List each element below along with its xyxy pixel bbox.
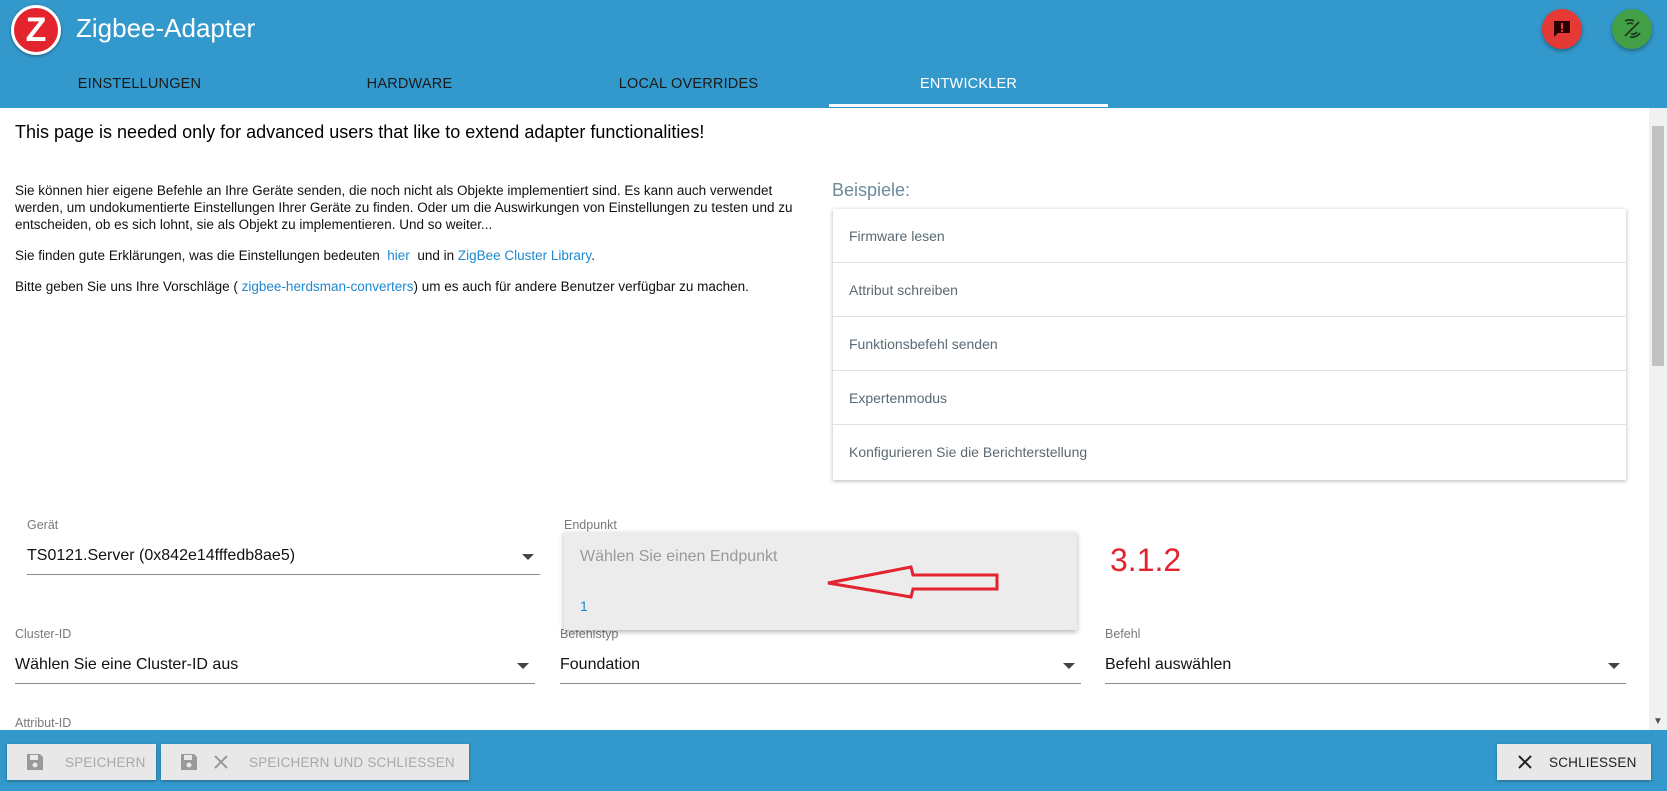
zigbee-signal-icon bbox=[1624, 19, 1641, 39]
save-icon bbox=[177, 750, 201, 774]
cluster-label: Cluster-ID bbox=[15, 627, 72, 641]
command-select[interactable]: Befehl auswählen bbox=[1105, 650, 1626, 684]
link-zigbee-cluster-library[interactable]: ZigBee Cluster Library bbox=[458, 248, 591, 263]
alert-button[interactable] bbox=[1542, 9, 1582, 49]
example-firmware-read[interactable]: Firmware lesen bbox=[833, 209, 1626, 263]
endpoint-placeholder: Wählen Sie einen Endpunkt bbox=[580, 548, 778, 565]
annotation-arrow bbox=[827, 565, 999, 599]
active-tab-indicator bbox=[829, 104, 1108, 107]
tab-bar: EINSTELLUNGEN HARDWARE LOCAL OVERRIDES E… bbox=[0, 66, 1667, 108]
app-title: Zigbee-Adapter bbox=[76, 13, 256, 43]
tab-local-overrides[interactable]: LOCAL OVERRIDES bbox=[549, 66, 828, 108]
example-expert-mode[interactable]: Expertenmodus bbox=[833, 371, 1626, 425]
chevron-down-icon bbox=[522, 554, 534, 560]
endpoint-label: Endpunkt bbox=[564, 518, 617, 532]
example-write-attribute[interactable]: Attribut schreiben bbox=[833, 263, 1626, 317]
scrollbar[interactable]: ▼ bbox=[1649, 108, 1667, 730]
chevron-down-icon bbox=[517, 663, 529, 669]
explanation-line: Sie finden gute Erklärungen, was die Ein… bbox=[15, 248, 595, 263]
device-select[interactable]: TS0121.Server (0x842e14fffedb8ae5) bbox=[27, 541, 540, 575]
attribute-label: Attribut-ID bbox=[15, 716, 72, 730]
examples-title: Beispiele: bbox=[832, 180, 911, 200]
save-button[interactable]: SPEICHERN bbox=[7, 744, 156, 780]
developer-page: This page is needed only for advanced us… bbox=[0, 108, 1649, 730]
zigbee-logo: Z bbox=[11, 5, 61, 55]
tab-entwickler[interactable]: ENTWICKLER bbox=[829, 66, 1108, 108]
close-icon bbox=[209, 750, 233, 774]
cluster-select[interactable]: Wählen Sie eine Cluster-ID aus bbox=[15, 650, 535, 684]
alert-icon bbox=[1554, 21, 1570, 37]
cluster-value: Wählen Sie eine Cluster-ID aus bbox=[15, 656, 239, 673]
intro-paragraph: Sie können hier eigene Befehle an Ihre G… bbox=[15, 183, 793, 232]
suggestion-line: Bitte geben Sie uns Ihre Vorschläge ( zi… bbox=[15, 279, 749, 294]
scroll-down-icon[interactable]: ▼ bbox=[1653, 716, 1663, 727]
footer-bar: SPEICHERN SPEICHERN UND SCHLIESSEN SCHLI… bbox=[0, 730, 1667, 791]
command-type-select[interactable]: Foundation bbox=[560, 650, 1081, 684]
close-button[interactable]: SCHLIESSEN bbox=[1497, 744, 1651, 780]
scroll-thumb[interactable] bbox=[1652, 126, 1664, 366]
device-value: TS0121.Server (0x842e14fffedb8ae5) bbox=[27, 547, 296, 564]
chevron-down-icon bbox=[1063, 663, 1075, 669]
command-value: Befehl auswählen bbox=[1105, 656, 1232, 673]
link-zigbee-herdsman-converters[interactable]: zigbee-herdsman-converters bbox=[242, 279, 414, 294]
save-and-close-button[interactable]: SPEICHERN UND SCHLIESSEN bbox=[161, 744, 469, 780]
app-header: Z Zigbee-Adapter EINSTELLUNGEN HARDWARE … bbox=[0, 0, 1667, 108]
save-icon bbox=[23, 750, 47, 774]
command-type-value: Foundation bbox=[560, 656, 641, 673]
examples-list: Firmware lesen Attribut schreiben Funkti… bbox=[833, 209, 1626, 480]
chevron-down-icon bbox=[1608, 663, 1620, 669]
close-icon bbox=[1513, 750, 1537, 774]
example-send-function-command[interactable]: Funktionsbefehl senden bbox=[833, 317, 1626, 371]
tab-hardware[interactable]: HARDWARE bbox=[270, 66, 549, 108]
device-label: Gerät bbox=[27, 518, 59, 532]
tab-einstellungen[interactable]: EINSTELLUNGEN bbox=[0, 66, 279, 108]
link-hier[interactable]: hier bbox=[387, 248, 410, 263]
example-configure-reporting[interactable]: Konfigurieren Sie die Berichterstellung bbox=[833, 425, 1626, 479]
command-label: Befehl bbox=[1105, 627, 1141, 641]
signal-button[interactable] bbox=[1612, 9, 1652, 49]
endpoint-option[interactable]: 1 bbox=[580, 598, 588, 614]
version-annotation: 3.1.2 bbox=[1110, 542, 1182, 578]
page-headline: This page is needed only for advanced us… bbox=[15, 122, 705, 142]
